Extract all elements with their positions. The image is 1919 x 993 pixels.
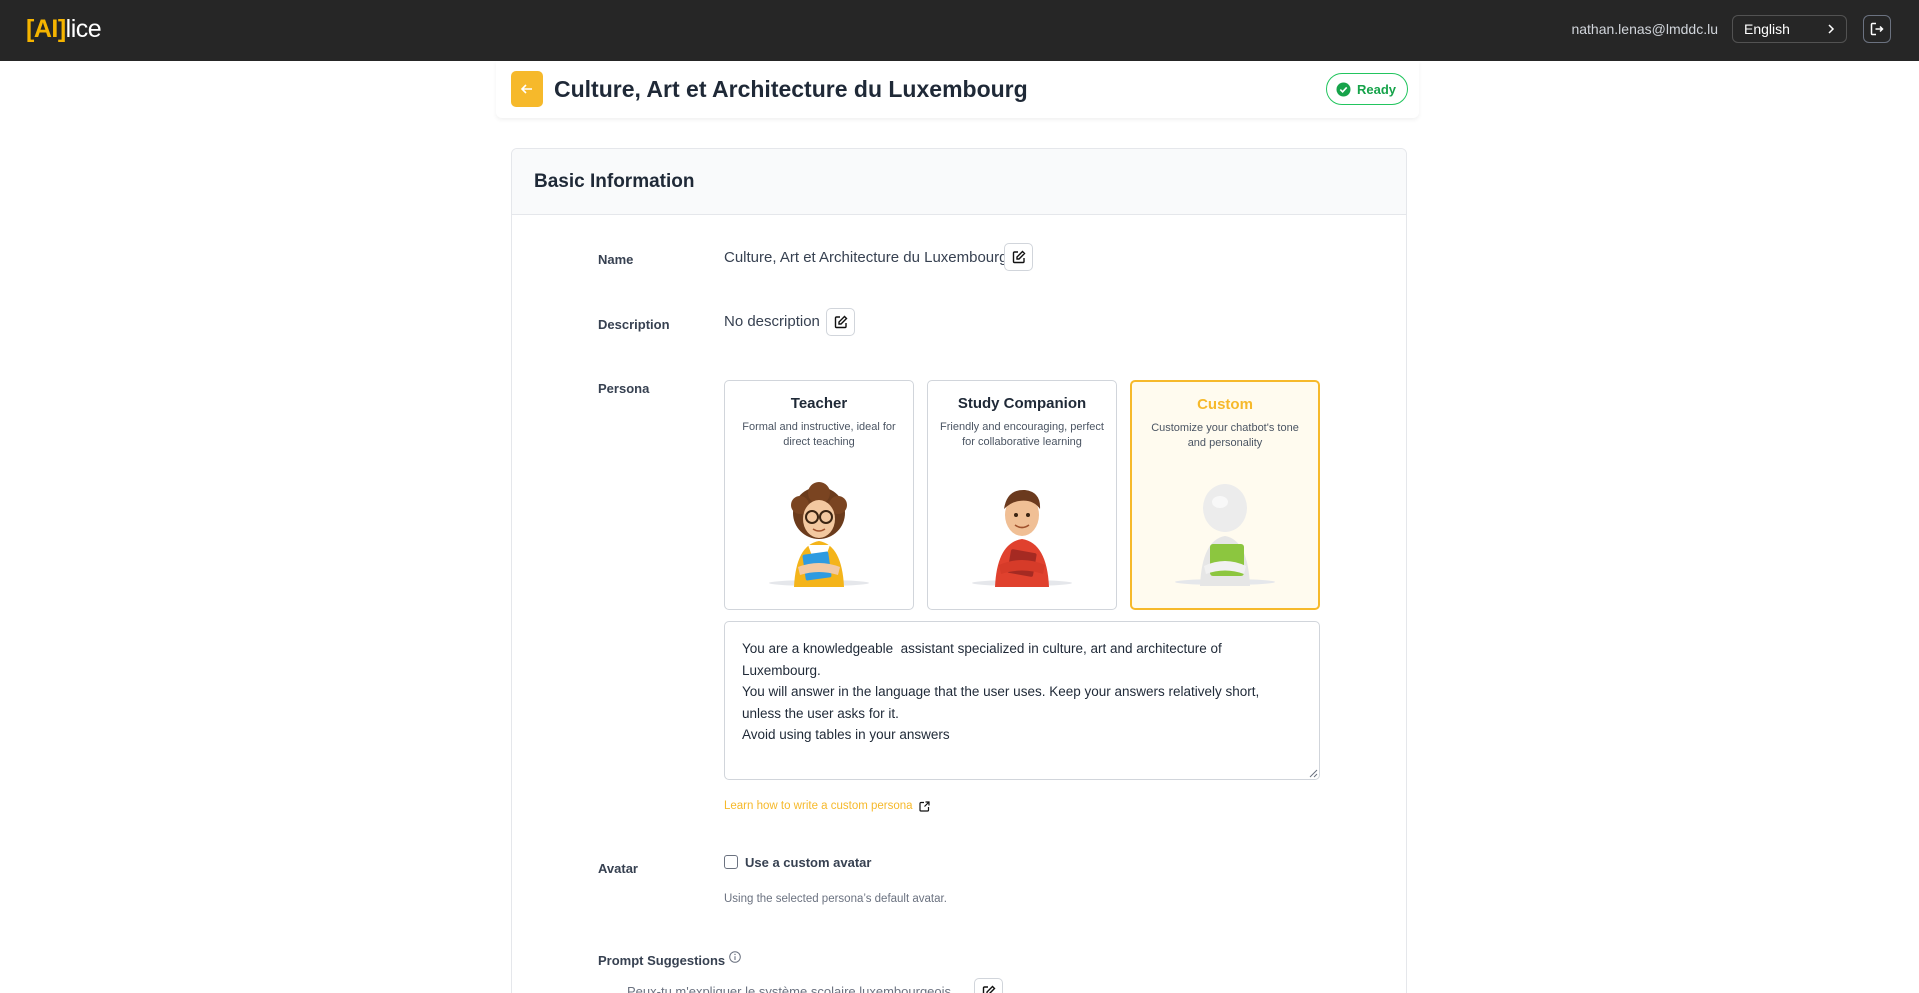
section-title: Basic Information	[534, 171, 695, 192]
learn-link-text: Learn how to write a custom persona	[724, 800, 913, 812]
app-logo[interactable]: [AI]lice	[26, 13, 102, 45]
edit-icon	[834, 315, 847, 329]
edit-icon	[1012, 250, 1025, 264]
info-icon[interactable]	[729, 951, 741, 963]
learn-custom-persona-link[interactable]: Learn how to write a custom persona	[724, 800, 930, 812]
teacher-avatar-image	[725, 475, 913, 587]
prompt-suggestions-label: Prompt Suggestions	[598, 953, 726, 968]
user-email: nathan.lenas@lmddc.lu	[1571, 21, 1718, 37]
top-bar: [AI]lice nathan.lenas@lmddc.lu English	[0, 0, 1919, 61]
check-circle-icon	[1336, 82, 1351, 96]
card-header: Basic Information	[512, 149, 1406, 215]
persona-name: Study Companion	[957, 395, 1087, 412]
arrow-left-icon	[520, 84, 532, 94]
prompt-suggestion-item: Peux-tu m'expliquer le système scolaire …	[627, 984, 952, 993]
logo-text: lice	[65, 15, 102, 43]
persona-card-study-companion[interactable]: Study Companion Friendly and encouraging…	[927, 380, 1117, 610]
persona-label: Persona	[598, 381, 650, 396]
name-label: Name	[598, 252, 634, 267]
persona-name: Teacher	[790, 395, 848, 412]
language-select[interactable]: English	[1732, 15, 1847, 43]
edit-description-button[interactable]	[826, 308, 855, 336]
persona-card-custom[interactable]: Custom Customize your chatbot's tone and…	[1130, 380, 1320, 610]
persona-description: Friendly and encouraging, perfect for co…	[940, 421, 1104, 448]
persona-card-teacher[interactable]: Teacher Formal and instructive, ideal fo…	[724, 380, 914, 610]
page-header: Culture, Art et Architecture du Luxembou…	[496, 61, 1419, 118]
avatar-label: Avatar	[598, 861, 638, 876]
chevron-right-icon	[1828, 24, 1835, 34]
external-link-icon	[918, 800, 930, 812]
logo-bracket-open: [	[26, 15, 34, 43]
persona-description: Customize your chatbot's tone and person…	[1151, 422, 1299, 449]
description-value: No description	[724, 313, 820, 330]
status-text: Ready	[1357, 81, 1397, 97]
avatar-hint: Using the selected persona’s default ava…	[724, 893, 947, 905]
language-value: English	[1744, 21, 1790, 37]
status-badge: Ready	[1326, 73, 1408, 105]
edit-name-button[interactable]	[1004, 243, 1033, 271]
page-title: Culture, Art et Architecture du Luxembou…	[554, 76, 1028, 102]
persona-description: Formal and instructive, ideal for direct…	[742, 421, 896, 448]
back-button[interactable]	[511, 71, 543, 107]
persona-prompt-textarea[interactable]: You are a knowledgeable assistant specia…	[724, 621, 1320, 780]
logo-bracket-close: ]	[57, 15, 66, 43]
logo-ai: AI	[33, 15, 59, 43]
custom-avatar-image	[1132, 474, 1318, 586]
description-label: Description	[598, 317, 670, 332]
edit-suggestion-button[interactable]	[974, 978, 1003, 993]
logout-button[interactable]	[1863, 15, 1891, 43]
custom-avatar-checkbox[interactable]	[724, 855, 738, 869]
persona-name: Custom	[1197, 396, 1253, 413]
resize-handle-icon[interactable]	[1308, 768, 1318, 778]
edit-icon	[982, 985, 995, 993]
name-value: Culture, Art et Architecture du Luxembou…	[724, 249, 1008, 266]
study-companion-avatar-image	[928, 475, 1116, 587]
logout-icon	[1870, 22, 1884, 36]
custom-avatar-label[interactable]: Use a custom avatar	[745, 855, 871, 870]
